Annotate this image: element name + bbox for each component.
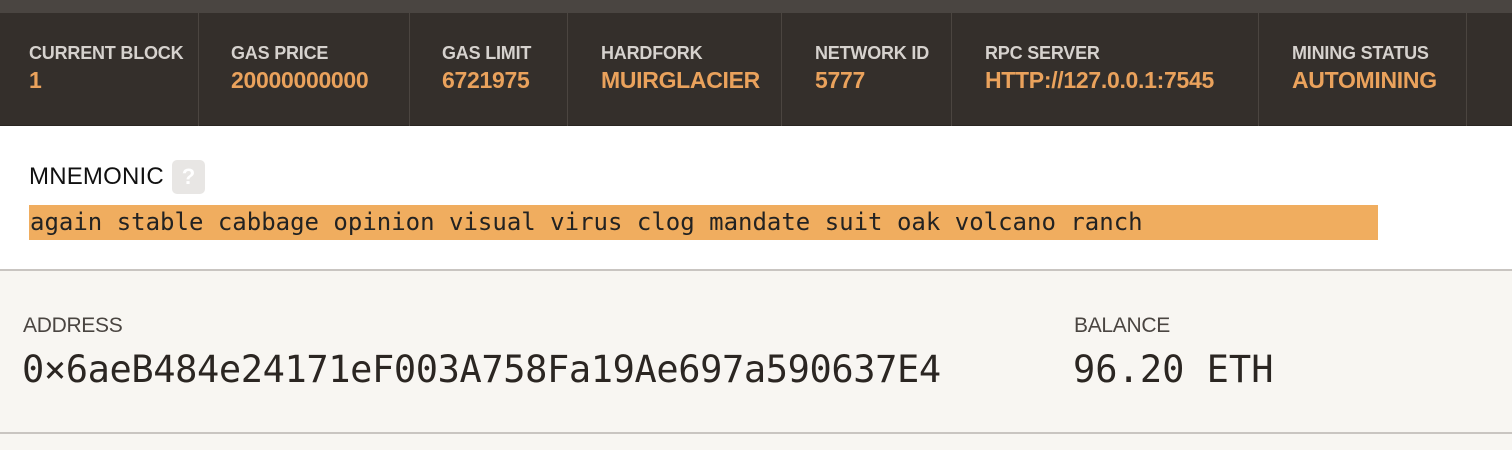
- stat-rpc-server: RPC SERVER HTTP://127.0.0.1:7545: [952, 13, 1259, 126]
- stat-label: GAS LIMIT: [442, 43, 532, 63]
- stat-value: 1: [29, 67, 42, 93]
- stat-current-block: CURRENT BLOCK 1: [0, 13, 199, 126]
- mnemonic-phrase[interactable]: again stable cabbage opinion visual viru…: [29, 205, 1378, 240]
- status-bar: CURRENT BLOCK 1 GAS PRICE 20000000000 GA…: [0, 13, 1512, 126]
- stat-value: AUTOMINING: [1292, 67, 1437, 93]
- mnemonic-panel: [0, 126, 1512, 271]
- stat-label: GAS PRICE: [231, 43, 329, 63]
- stat-value: HTTP://127.0.0.1:7545: [985, 67, 1214, 93]
- stat-hardfork: HARDFORK MUIRGLACIER: [568, 13, 782, 126]
- address-value[interactable]: 0×6aeB484e24171eF003A758Fa19Ae697a590637…: [22, 348, 941, 391]
- stat-value: 6721975: [442, 67, 530, 93]
- stat-network-id: NETWORK ID 5777: [782, 13, 952, 126]
- balance-value: 96.20 ETH: [1073, 348, 1274, 391]
- stat-gas-limit: GAS LIMIT 6721975: [410, 13, 568, 126]
- stat-value: 5777: [815, 67, 865, 93]
- stat-value: MUIRGLACIER: [601, 67, 760, 93]
- stat-label: MINING STATUS: [1292, 43, 1429, 63]
- stat-label: HARDFORK: [601, 43, 703, 63]
- stat-value: 20000000000: [231, 67, 369, 93]
- question-mark-icon[interactable]: ?: [172, 160, 205, 194]
- balance-label: BALANCE: [1074, 314, 1170, 337]
- stat-gas-price: GAS PRICE 20000000000: [199, 13, 410, 126]
- address-label: ADDRESS: [23, 314, 123, 337]
- stat-label: RPC SERVER: [985, 43, 1100, 63]
- window-top-strip: [0, 0, 1512, 13]
- status-bar-spacer: [1467, 13, 1512, 126]
- stat-label: CURRENT BLOCK: [29, 43, 184, 63]
- help-glyph: ?: [181, 164, 196, 189]
- stat-label: NETWORK ID: [815, 43, 929, 63]
- mnemonic-title: MNEMONIC: [29, 163, 164, 190]
- stat-mining-status: MINING STATUS AUTOMINING: [1259, 13, 1467, 126]
- account-row[interactable]: ADDRESS 0×6aeB484e24171eF003A758Fa19Ae69…: [0, 271, 1512, 434]
